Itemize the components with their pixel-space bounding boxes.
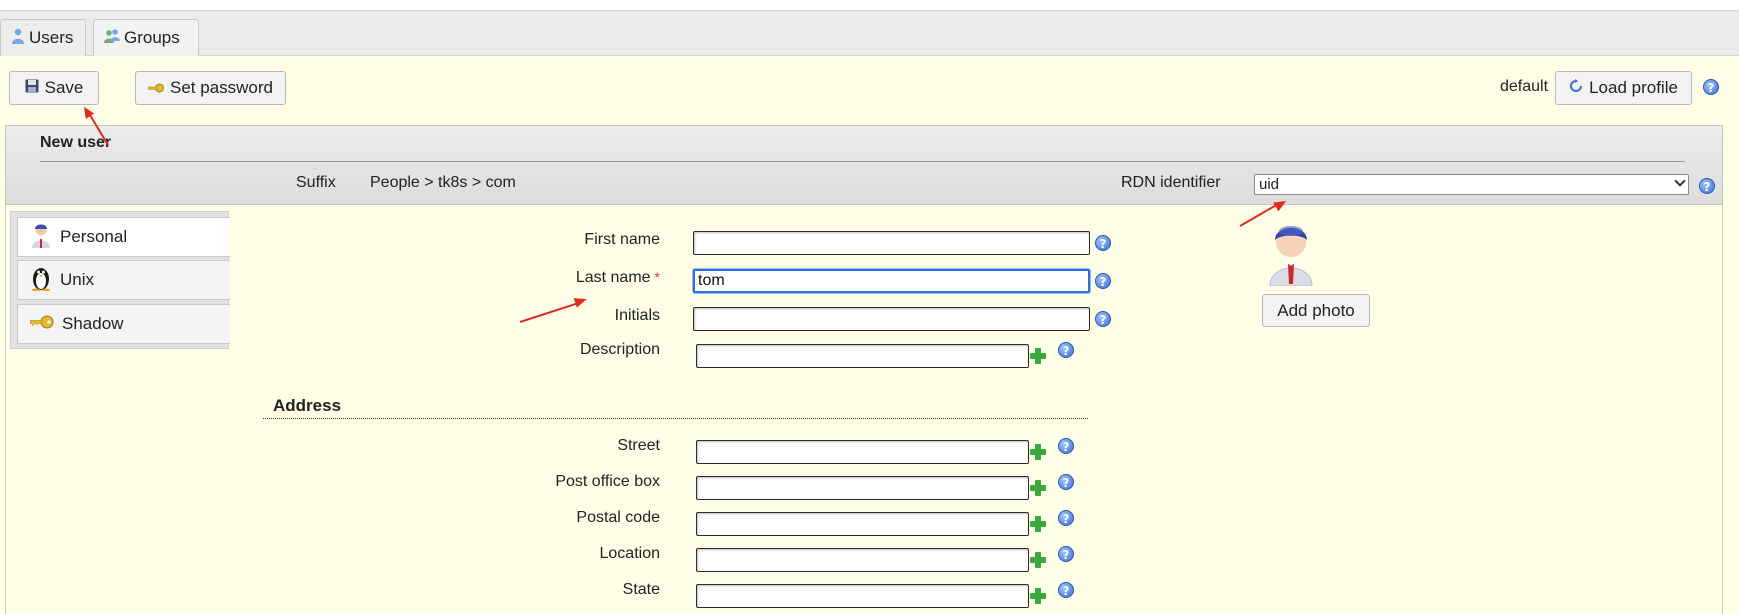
postal-code-input[interactable] — [696, 512, 1029, 536]
suffix-value: People > tk8s > com — [370, 174, 516, 191]
street-label: Street — [617, 437, 660, 454]
key-icon — [29, 314, 62, 334]
help-icon[interactable]: ? — [1058, 342, 1074, 358]
street-input[interactable] — [696, 440, 1029, 464]
user-icon — [11, 28, 29, 49]
user-avatar — [1268, 222, 1314, 291]
save-button[interactable]: Save — [9, 71, 99, 105]
tab-users[interactable]: Users — [0, 19, 86, 56]
state-input[interactable] — [696, 584, 1029, 608]
person-icon — [30, 222, 60, 253]
tab-groups[interactable]: Groups — [93, 19, 199, 56]
add-icon[interactable] — [1030, 552, 1046, 568]
location-input[interactable] — [696, 548, 1029, 572]
set-password-label: Set password — [170, 78, 273, 97]
side-tab-list: Personal Unix Shadow — [10, 211, 230, 349]
suffix-label: Suffix — [296, 174, 336, 191]
side-tab-unix-label: Unix — [60, 270, 95, 289]
add-icon[interactable] — [1030, 480, 1046, 496]
rdn-identifier-select[interactable]: uid — [1254, 174, 1689, 195]
initials-input[interactable] — [693, 307, 1090, 331]
tab-groups-label: Groups — [124, 28, 180, 47]
add-photo-button[interactable]: Add photo — [1262, 294, 1370, 327]
required-marker: * — [654, 269, 660, 285]
help-icon[interactable]: ? — [1058, 546, 1074, 562]
location-label: Location — [599, 545, 661, 562]
rdn-identifier-label: RDN identifier — [1121, 174, 1221, 191]
side-tab-shadow[interactable]: Shadow — [17, 304, 230, 344]
po-box-input[interactable] — [696, 476, 1029, 500]
add-photo-label: Add photo — [1277, 300, 1355, 320]
help-icon[interactable]: ? — [1095, 311, 1111, 327]
chevron-down-icon — [1674, 175, 1686, 187]
tab-users-label: Users — [29, 28, 74, 47]
add-icon[interactable] — [1030, 444, 1046, 460]
key-icon — [147, 78, 170, 98]
load-profile-button[interactable]: Load profile — [1555, 71, 1692, 105]
description-input[interactable] — [696, 344, 1029, 368]
postal-code-label: Postal code — [576, 509, 660, 526]
floppy-disk-icon — [25, 78, 45, 98]
penguin-icon — [30, 265, 60, 296]
set-password-button[interactable]: Set password — [135, 71, 286, 105]
help-icon[interactable]: ? — [1095, 235, 1111, 251]
help-icon[interactable]: ? — [1058, 438, 1074, 454]
last-name-label-text: Last name — [575, 269, 651, 286]
add-icon[interactable] — [1030, 516, 1046, 532]
help-icon[interactable]: ? — [1095, 273, 1111, 289]
add-icon[interactable] — [1030, 348, 1046, 364]
last-name-input[interactable] — [693, 269, 1090, 293]
help-icon[interactable]: ? — [1699, 178, 1715, 194]
top-border — [0, 0, 1739, 11]
add-icon[interactable] — [1030, 588, 1046, 604]
help-icon[interactable]: ? — [1058, 474, 1074, 490]
address-section-title: Address — [273, 396, 342, 415]
side-tab-personal-label: Personal — [60, 227, 128, 246]
panel-divider — [40, 161, 1685, 162]
description-label: Description — [579, 341, 660, 358]
profile-name: default — [1500, 78, 1549, 95]
help-icon[interactable]: ? — [1058, 510, 1074, 526]
tab-bar: Users Groups — [0, 11, 1739, 56]
state-label: State — [622, 581, 660, 598]
refresh-icon — [1569, 78, 1589, 98]
address-divider — [263, 418, 1088, 419]
po-box-label: Post office box — [555, 473, 660, 490]
group-icon — [104, 28, 124, 49]
rdn-identifier-value: uid — [1259, 176, 1280, 193]
last-name-label: Last name * — [520, 269, 660, 287]
save-button-label: Save — [44, 78, 84, 97]
first-name-input[interactable] — [693, 231, 1090, 255]
first-name-label: First name — [584, 231, 660, 248]
panel-title: New user — [40, 134, 112, 151]
help-icon[interactable]: ? — [1703, 79, 1719, 95]
side-tab-unix[interactable]: Unix — [17, 260, 230, 300]
help-icon[interactable]: ? — [1058, 582, 1074, 598]
side-tab-personal[interactable]: Personal — [17, 217, 230, 257]
load-profile-label: Load profile — [1589, 78, 1678, 97]
side-tab-shadow-label: Shadow — [62, 314, 124, 333]
